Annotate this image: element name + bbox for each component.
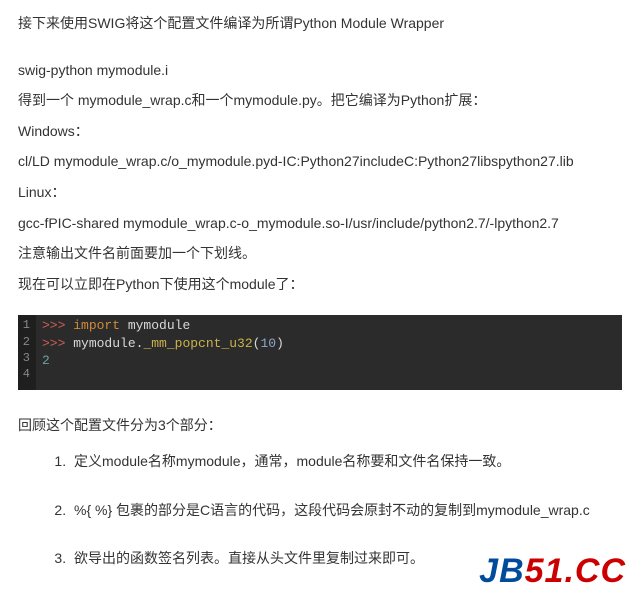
note-underscore: 注意输出文件名前面要加一个下划线。 (18, 240, 622, 267)
review-heading: 回顾这个配置文件分为3个部分： (18, 412, 622, 439)
linux-label: Linux： (18, 179, 622, 206)
line-num: 1 (22, 317, 30, 333)
line-num: 2 (22, 334, 30, 350)
result-text: 得到一个 mymodule_wrap.c和一个mymodule.py。把它编译为… (18, 87, 622, 114)
code-line: >>> import mymodule (42, 317, 616, 335)
usage-text: 现在可以立即在Python下使用这个module了： (18, 271, 622, 298)
code-block: 1 2 3 4 >>> import mymodule >>> mymodule… (18, 315, 622, 389)
cmd-windows: cl/LD mymodule_wrap.c/o_mymodule.pyd-IC:… (18, 148, 622, 175)
cmd-linux: gcc-fPIC-shared mymodule_wrap.c-o_mymodu… (18, 210, 622, 237)
list-item: 定义module名称mymodule，通常，module名称要和文件名保持一致。 (70, 448, 622, 475)
intro-text: 接下来使用SWIG将这个配置文件编译为所谓Python Module Wrapp… (18, 10, 622, 37)
windows-label: Windows： (18, 118, 622, 145)
list-item: %{ %} 包裹的部分是C语言的代码，这段代码会原封不动的复制到mymodule… (70, 497, 622, 524)
watermark-part: 51.CC (525, 552, 626, 590)
cmd-swig: swig-python mymodule.i (18, 57, 622, 84)
code-line: 2 (42, 352, 616, 370)
watermark: JB51.CC (479, 539, 626, 604)
line-num: 4 (22, 366, 30, 382)
code-gutter: 1 2 3 4 (18, 315, 36, 389)
code-line: >>> mymodule._mm_popcnt_u32(10) (42, 335, 616, 353)
watermark-part: JB (479, 552, 524, 590)
code-body: >>> import mymodule >>> mymodule._mm_pop… (36, 315, 622, 389)
line-num: 3 (22, 350, 30, 366)
code-line (42, 370, 616, 388)
